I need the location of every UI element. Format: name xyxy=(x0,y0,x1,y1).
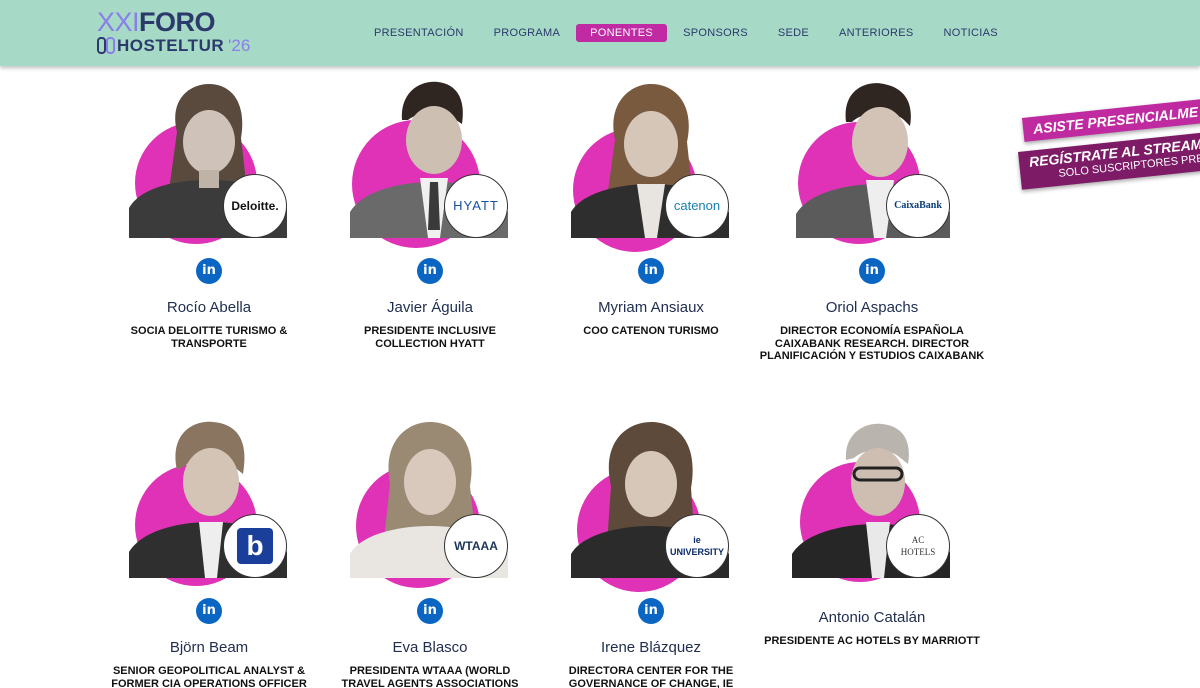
speaker-name: Björn Beam xyxy=(169,639,249,656)
nav-noticias[interactable]: NOTICIAS xyxy=(930,24,1012,42)
speaker-name: Eva Blasco xyxy=(392,639,468,656)
speaker-role: SOCIA DELOITTE TURISMO & TRANSPORTE xyxy=(130,325,288,350)
speaker-name: Oriol Aspachs xyxy=(825,299,919,316)
linkedin-icon[interactable]: in xyxy=(638,598,664,624)
speaker-name: Irene Blázquez xyxy=(600,639,702,656)
nav-anteriores[interactable]: ANTERIORES xyxy=(825,24,928,42)
speaker-name: Javier Águila xyxy=(387,299,473,316)
speaker-photo-area: ie UNIVERSITY xyxy=(541,418,761,592)
company-logo-b: b xyxy=(223,514,287,578)
company-logo-hyatt: HYATT xyxy=(444,174,508,238)
linkedin-icon[interactable]: in xyxy=(417,258,443,284)
linkedin-icon[interactable]: in xyxy=(417,598,443,624)
logo-title: XXIFORO xyxy=(97,7,216,37)
speaker-photo-area: catenon xyxy=(541,78,761,252)
speaker-name: Antonio Catalán xyxy=(818,609,926,626)
nav-ponentes[interactable]: PONENTES xyxy=(576,24,668,42)
company-logo-ie-university: ie UNIVERSITY xyxy=(665,514,729,578)
speaker-photo-area: WTAAA xyxy=(320,418,540,588)
foro-hosteltur-logo[interactable]: XXIFORO HOSTELTUR '26 xyxy=(97,7,250,58)
company-logo-ac-hotels: AC HOTELS xyxy=(886,514,950,578)
company-logo-wtaaa: WTAAA xyxy=(444,514,508,578)
linkedin-icon[interactable]: in xyxy=(196,258,222,284)
nav-programa[interactable]: PROGRAMA xyxy=(480,24,575,42)
speaker-role: PRESIDENTE AC HOTELS BY MARRIOTT xyxy=(764,635,980,647)
speaker-name: Myriam Ansiaux xyxy=(598,299,704,316)
speaker-role: DIRECTOR ECONOMÍA ESPAÑOLA CAIXABANK RES… xyxy=(759,325,985,362)
nav-sede[interactable]: SEDE xyxy=(764,24,823,42)
company-logo-catenon: catenon xyxy=(665,174,729,238)
company-logo-caixabank: CaixaBank xyxy=(886,174,950,238)
linkedin-icon[interactable]: in xyxy=(638,258,664,284)
company-logo-deloitte: Deloitte. xyxy=(223,174,287,238)
speaker-photo-area: b xyxy=(99,418,319,586)
main-nav: PRESENTACIÓN PROGRAMA PONENTES SPONSORS … xyxy=(360,24,1014,42)
linkedin-icon[interactable]: in xyxy=(859,258,885,284)
nav-presentacion[interactable]: PRESENTACIÓN xyxy=(360,24,478,42)
speaker-name: Rocío Abella xyxy=(166,299,252,316)
speaker-role: COO CATENON TURISMO xyxy=(583,325,719,337)
speaker-photo-area: Deloitte. xyxy=(99,78,319,244)
speaker-photo-area: CaixaBank xyxy=(762,78,982,244)
linkedin-icon[interactable]: in xyxy=(196,598,222,624)
logo-edition: XXI xyxy=(97,7,140,37)
logo-hosteltur: HOSTELTUR xyxy=(117,36,225,55)
register-stream-banner[interactable]: REGÍSTRATE AL STREAM SOLO SUSCRIPTORES P… xyxy=(1018,131,1200,190)
speaker-role: PRESIDENTA WTAAA (WORLD TRAVEL AGENTS AS… xyxy=(341,665,519,688)
speaker-photo-area: HYATT xyxy=(320,78,540,248)
nav-sponsors[interactable]: SPONSORS xyxy=(669,24,762,42)
speaker-role: DIRECTORA CENTER FOR THE GOVERNANCE OF C… xyxy=(568,665,734,688)
speaker-role: SENIOR GEOPOLITICAL ANALYST & FORMER CIA… xyxy=(111,665,307,688)
logo-foro: FORO xyxy=(139,7,216,37)
speaker-role: PRESIDENTE INCLUSIVE COLLECTION HYATT xyxy=(363,325,497,350)
speaker-photo-area: AC HOTELS xyxy=(762,418,982,582)
site-header: XXIFORO HOSTELTUR '26 PRESENTACIÓN PROGRA… xyxy=(0,0,1200,66)
logo-mark-icon xyxy=(97,37,115,54)
logo-year: '26 xyxy=(228,36,251,55)
logo-subtitle: HOSTELTUR '26 xyxy=(97,36,250,56)
